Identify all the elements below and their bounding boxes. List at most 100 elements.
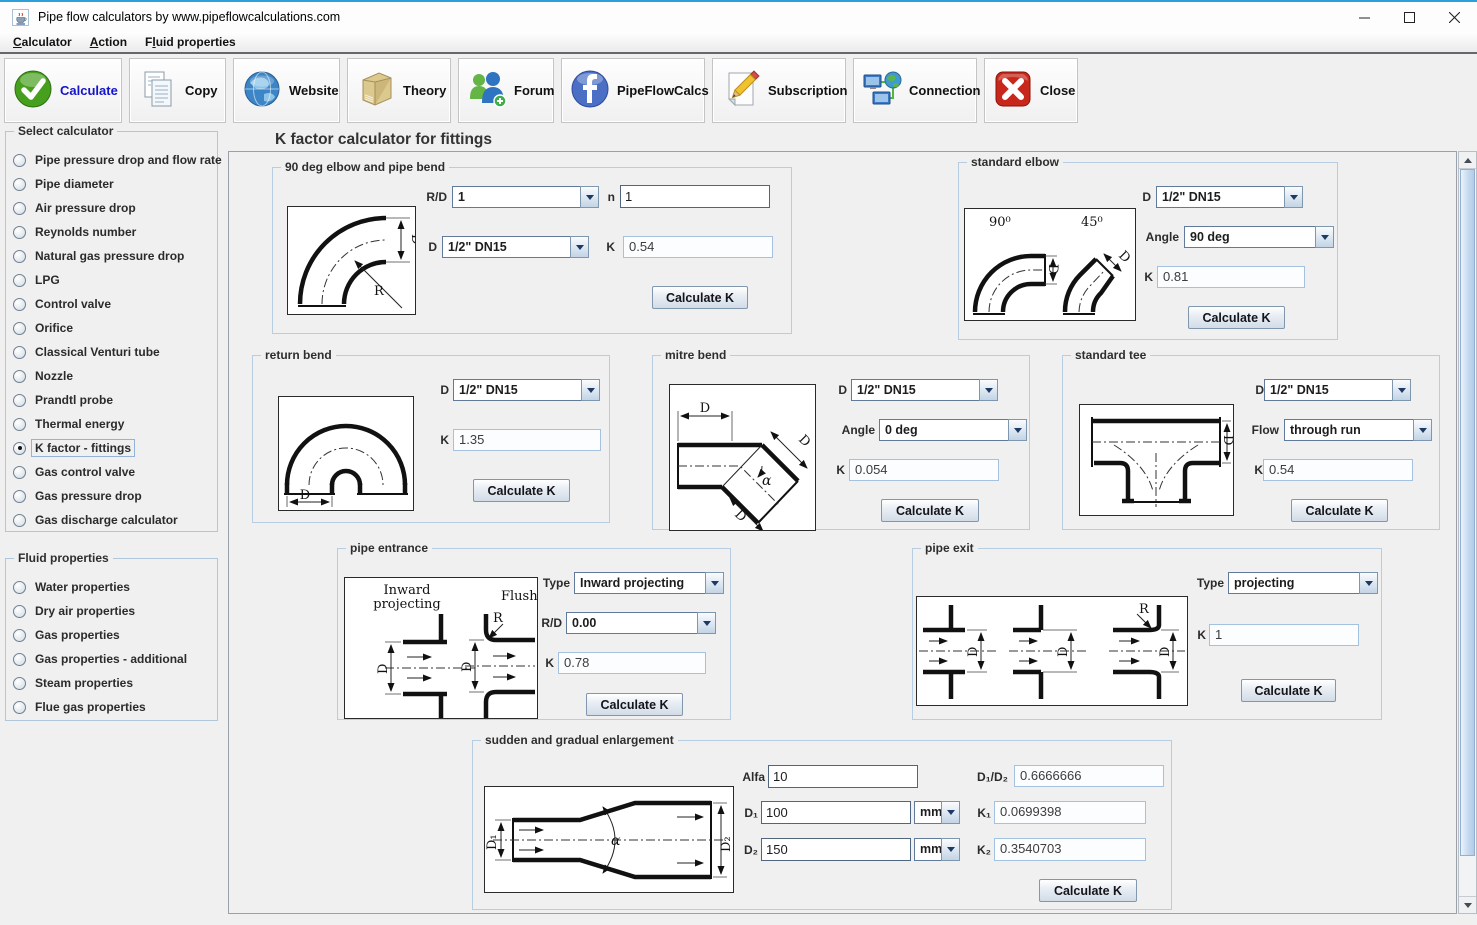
radio-icon[interactable]: [13, 202, 26, 215]
radio-icon[interactable]: [13, 490, 26, 503]
close-button[interactable]: Close: [984, 58, 1078, 123]
type-combo[interactable]: projecting: [1228, 572, 1378, 594]
radio-icon[interactable]: [13, 298, 26, 311]
radio-icon[interactable]: [13, 418, 26, 431]
sidebar-item-gas-properties[interactable]: Gas properties: [6, 623, 217, 647]
forum-button[interactable]: Forum: [458, 58, 554, 123]
radio-icon[interactable]: [13, 629, 26, 642]
calculate-k-button[interactable]: Calculate K: [473, 479, 570, 502]
menu-calculator[interactable]: Calculator: [4, 33, 81, 51]
radio-icon[interactable]: [13, 346, 26, 359]
chevron-down-icon[interactable]: [570, 236, 589, 258]
chevron-down-icon[interactable]: [580, 186, 599, 208]
calculate-k-button[interactable]: Calculate K: [1291, 499, 1388, 522]
scrollbar-thumb[interactable]: [1460, 169, 1475, 856]
radio-icon[interactable]: [13, 178, 26, 191]
d-combo[interactable]: 1/2" DN15: [1264, 379, 1411, 401]
sidebar-item-prandtl-probe[interactable]: Prandtl probe: [6, 388, 217, 412]
sidebar-item-nozzle[interactable]: Nozzle: [6, 364, 217, 388]
chevron-down-icon[interactable]: [941, 838, 960, 861]
chevron-down-icon[interactable]: [581, 379, 600, 401]
d-combo[interactable]: 1/2" DN15: [453, 379, 600, 401]
calculate-k-button[interactable]: Calculate K: [652, 286, 748, 309]
sidebar-item-gas-control-valve[interactable]: Gas control valve: [6, 460, 217, 484]
sidebar-item-water-properties[interactable]: Water properties: [6, 575, 217, 599]
chevron-down-icon[interactable]: [1413, 419, 1432, 441]
copy-button[interactable]: Copy: [129, 58, 226, 123]
chevron-down-icon[interactable]: [1359, 572, 1378, 594]
connection-button[interactable]: Connection: [853, 58, 977, 123]
chevron-down-icon[interactable]: [1008, 419, 1027, 441]
sidebar-item-natural-gas-pressure-drop[interactable]: Natural gas pressure drop: [6, 244, 217, 268]
d1-input[interactable]: [761, 801, 911, 824]
sidebar-item-lpg[interactable]: LPG: [6, 268, 217, 292]
sidebar-item-gas-pressure-drop[interactable]: Gas pressure drop: [6, 484, 217, 508]
chevron-down-icon[interactable]: [941, 801, 960, 824]
calculate-k-button[interactable]: Calculate K: [586, 693, 683, 716]
calculate-button[interactable]: Calculate: [4, 58, 122, 123]
d-combo[interactable]: 1/2" DN15: [851, 379, 998, 401]
sidebar-item-dry-air-properties[interactable]: Dry air properties: [6, 599, 217, 623]
sidebar-item-gas-properties-additional[interactable]: Gas properties - additional: [6, 647, 217, 671]
sidebar-item-gas-discharge-calculator[interactable]: Gas discharge calculator: [6, 508, 217, 532]
d2-unit-combo[interactable]: mm: [914, 838, 960, 861]
subscription-button[interactable]: Subscription: [712, 58, 846, 123]
d1-unit-combo[interactable]: mm: [914, 801, 960, 824]
flow-combo[interactable]: through run: [1284, 419, 1432, 441]
calculate-k-button[interactable]: Calculate K: [881, 499, 979, 522]
sidebar-item-classical-venturi-tube[interactable]: Classical Venturi tube: [6, 340, 217, 364]
radio-icon[interactable]: [13, 226, 26, 239]
d-combo[interactable]: 1/2" DN15: [1156, 186, 1303, 208]
radio-icon[interactable]: [13, 466, 26, 479]
pipeflowcalcs-button[interactable]: PipeFlowCalcs: [561, 58, 705, 123]
radio-icon[interactable]: [13, 581, 26, 594]
scroll-down-arrow-icon[interactable]: [1459, 896, 1476, 913]
radio-icon[interactable]: [13, 154, 26, 167]
sidebar-item-orifice[interactable]: Orifice: [6, 316, 217, 340]
radio-icon[interactable]: [13, 394, 26, 407]
d2-input[interactable]: [761, 838, 911, 861]
menu-action[interactable]: Action: [81, 33, 136, 51]
website-button[interactable]: Website: [233, 58, 340, 123]
sidebar-item-flue-gas-properties[interactable]: Flue gas properties: [6, 695, 217, 719]
radio-icon[interactable]: [13, 677, 26, 690]
sidebar-item-air-pressure-drop[interactable]: Air pressure drop: [6, 196, 217, 220]
maximize-button[interactable]: [1387, 2, 1432, 32]
calculate-k-button[interactable]: Calculate K: [1188, 306, 1285, 329]
alfa-input[interactable]: [768, 765, 918, 788]
close-window-button[interactable]: [1432, 2, 1477, 32]
radio-icon[interactable]: [13, 442, 26, 455]
chevron-down-icon[interactable]: [1315, 226, 1334, 248]
sidebar-item-control-valve[interactable]: Control valve: [6, 292, 217, 316]
radio-icon[interactable]: [13, 514, 26, 527]
menu-fluid-properties[interactable]: Fluid properties: [136, 33, 245, 51]
sidebar-item-reynolds-number[interactable]: Reynolds number: [6, 220, 217, 244]
rd-combo[interactable]: 0.00: [566, 612, 716, 634]
d-combo[interactable]: 1/2" DN15: [442, 236, 589, 258]
type-combo[interactable]: Inward projecting: [574, 572, 724, 594]
radio-icon[interactable]: [13, 701, 26, 714]
calculate-k-button[interactable]: Calculate K: [1039, 879, 1137, 902]
sidebar-item-pipe-pressure-drop[interactable]: Pipe pressure drop and flow rate: [6, 148, 217, 172]
radio-icon[interactable]: [13, 274, 26, 287]
n-input[interactable]: [620, 185, 770, 208]
angle-combo[interactable]: 90 deg: [1184, 226, 1334, 248]
chevron-down-icon[interactable]: [697, 612, 716, 634]
minimize-button[interactable]: [1342, 2, 1387, 32]
sidebar-item-steam-properties[interactable]: Steam properties: [6, 671, 217, 695]
sidebar-item-k-factor-fittings[interactable]: K factor - fittings: [6, 436, 217, 460]
calculate-k-button[interactable]: Calculate K: [1241, 679, 1336, 702]
rd-combo[interactable]: 1: [452, 186, 599, 208]
radio-icon[interactable]: [13, 370, 26, 383]
radio-icon[interactable]: [13, 250, 26, 263]
radio-icon[interactable]: [13, 322, 26, 335]
angle-combo[interactable]: 0 deg: [879, 419, 1027, 441]
chevron-down-icon[interactable]: [979, 379, 998, 401]
chevron-down-icon[interactable]: [1284, 186, 1303, 208]
radio-icon[interactable]: [13, 605, 26, 618]
vertical-scrollbar[interactable]: [1458, 151, 1477, 914]
scroll-up-arrow-icon[interactable]: [1459, 152, 1476, 169]
sidebar-item-thermal-energy[interactable]: Thermal energy: [6, 412, 217, 436]
theory-button[interactable]: Theory: [347, 58, 451, 123]
chevron-down-icon[interactable]: [705, 572, 724, 594]
